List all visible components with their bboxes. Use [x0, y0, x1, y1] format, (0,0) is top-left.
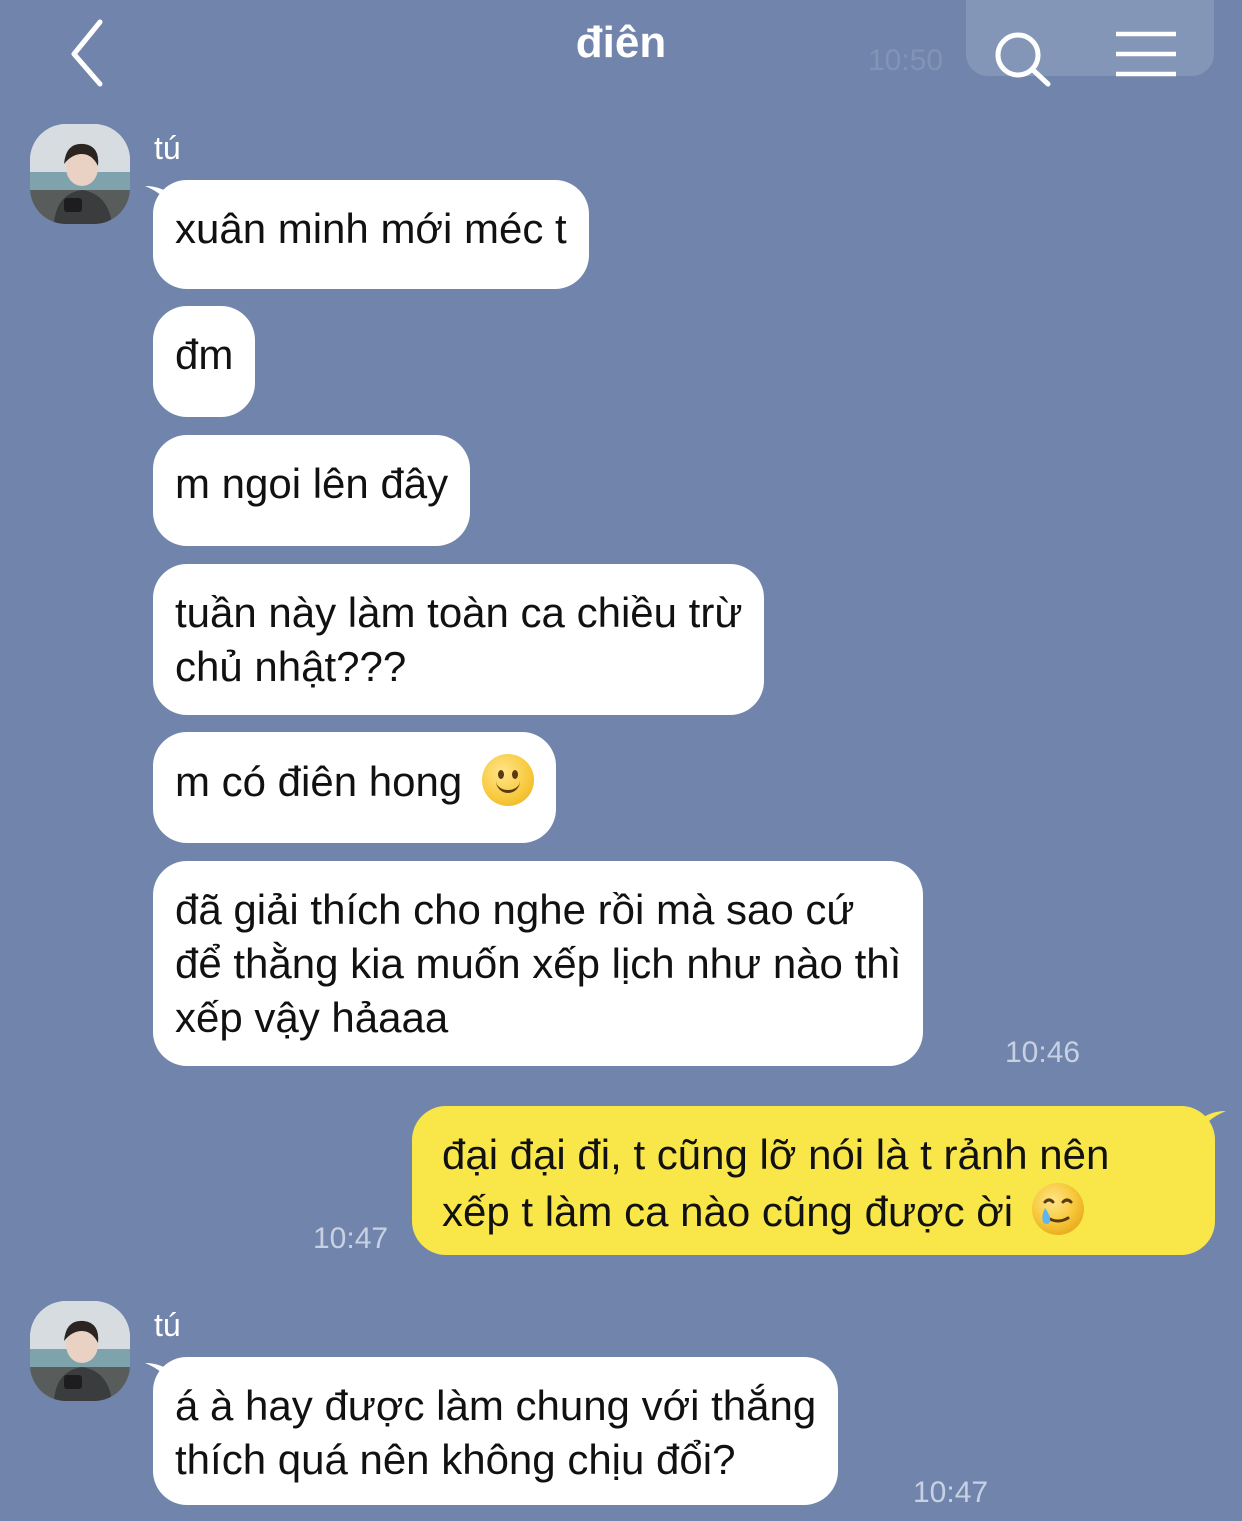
message-text-line: tuần này làm toàn ca chiều trừ [175, 589, 743, 636]
menu-icon [1116, 31, 1176, 77]
message-text-line: đã giải thích cho nghe rồi mà sao cứ [175, 886, 855, 933]
message-bubble-incoming[interactable]: xuân minh mới méc t [153, 180, 589, 289]
message-timestamp: 10:47 [913, 1476, 989, 1509]
avatar-photo [30, 124, 130, 224]
message-text-line: để thằng kia muốn xếp lịch như nào thì [175, 940, 902, 987]
message-bubble-incoming[interactable]: m ngoi lên đây [153, 435, 471, 546]
avatar[interactable] [30, 1301, 130, 1401]
message-timestamp: 10:46 [1005, 1036, 1081, 1069]
search-icon [995, 32, 1051, 87]
avatar-photo [30, 1301, 130, 1401]
message-text-line: chủ nhật??? [175, 643, 407, 690]
message-bubble-incoming[interactable]: tuần này làm toàn ca chiều trừ chủ nhật?… [153, 564, 765, 715]
search-button[interactable] [990, 26, 1054, 90]
message-text-line: xếp t làm ca nào cũng được ời [442, 1182, 1193, 1239]
message-bubble-incoming[interactable]: đm [153, 306, 256, 417]
message-text: xuân minh mới méc t [175, 205, 567, 252]
chat-header: điên 10:50 [0, 0, 1242, 100]
message-text-line: á à hay được làm chung với thắng [175, 1382, 817, 1429]
sender-name: tú [154, 130, 181, 166]
message-text: đm [175, 331, 234, 378]
message-timestamp: 10:47 [313, 1222, 389, 1255]
message-bubble-incoming[interactable]: m có điên hong [153, 732, 556, 843]
message-text: m có điên hong [175, 758, 463, 805]
message-text-line: đại đại đi, t cũng lỡ nói là t rảnh nên [442, 1131, 1110, 1178]
message-text: xếp t làm ca nào cũng được ời [442, 1188, 1014, 1235]
message-bubble-outgoing[interactable]: đại đại đi, t cũng lỡ nói là t rảnh nên … [412, 1106, 1215, 1255]
message-bubble-incoming[interactable]: đã giải thích cho nghe rồi mà sao cứ để … [153, 861, 924, 1066]
avatar[interactable] [30, 124, 130, 224]
bubble-tail [1198, 1111, 1226, 1135]
smiling-face-with-tear-icon [1031, 1183, 1084, 1235]
menu-button[interactable] [1110, 26, 1182, 82]
slightly-smiling-face-icon [481, 754, 534, 806]
message-text: m ngoi lên đây [175, 460, 449, 507]
ghost-timestamp: 10:50 [868, 44, 944, 77]
message-bubble-incoming[interactable]: á à hay được làm chung với thắng thích q… [153, 1357, 839, 1505]
message-text-line: thích quá nên không chịu đổi? [175, 1436, 736, 1483]
message-text-line: xếp vậy hảaaa [175, 994, 449, 1041]
sender-name: tú [154, 1307, 181, 1343]
